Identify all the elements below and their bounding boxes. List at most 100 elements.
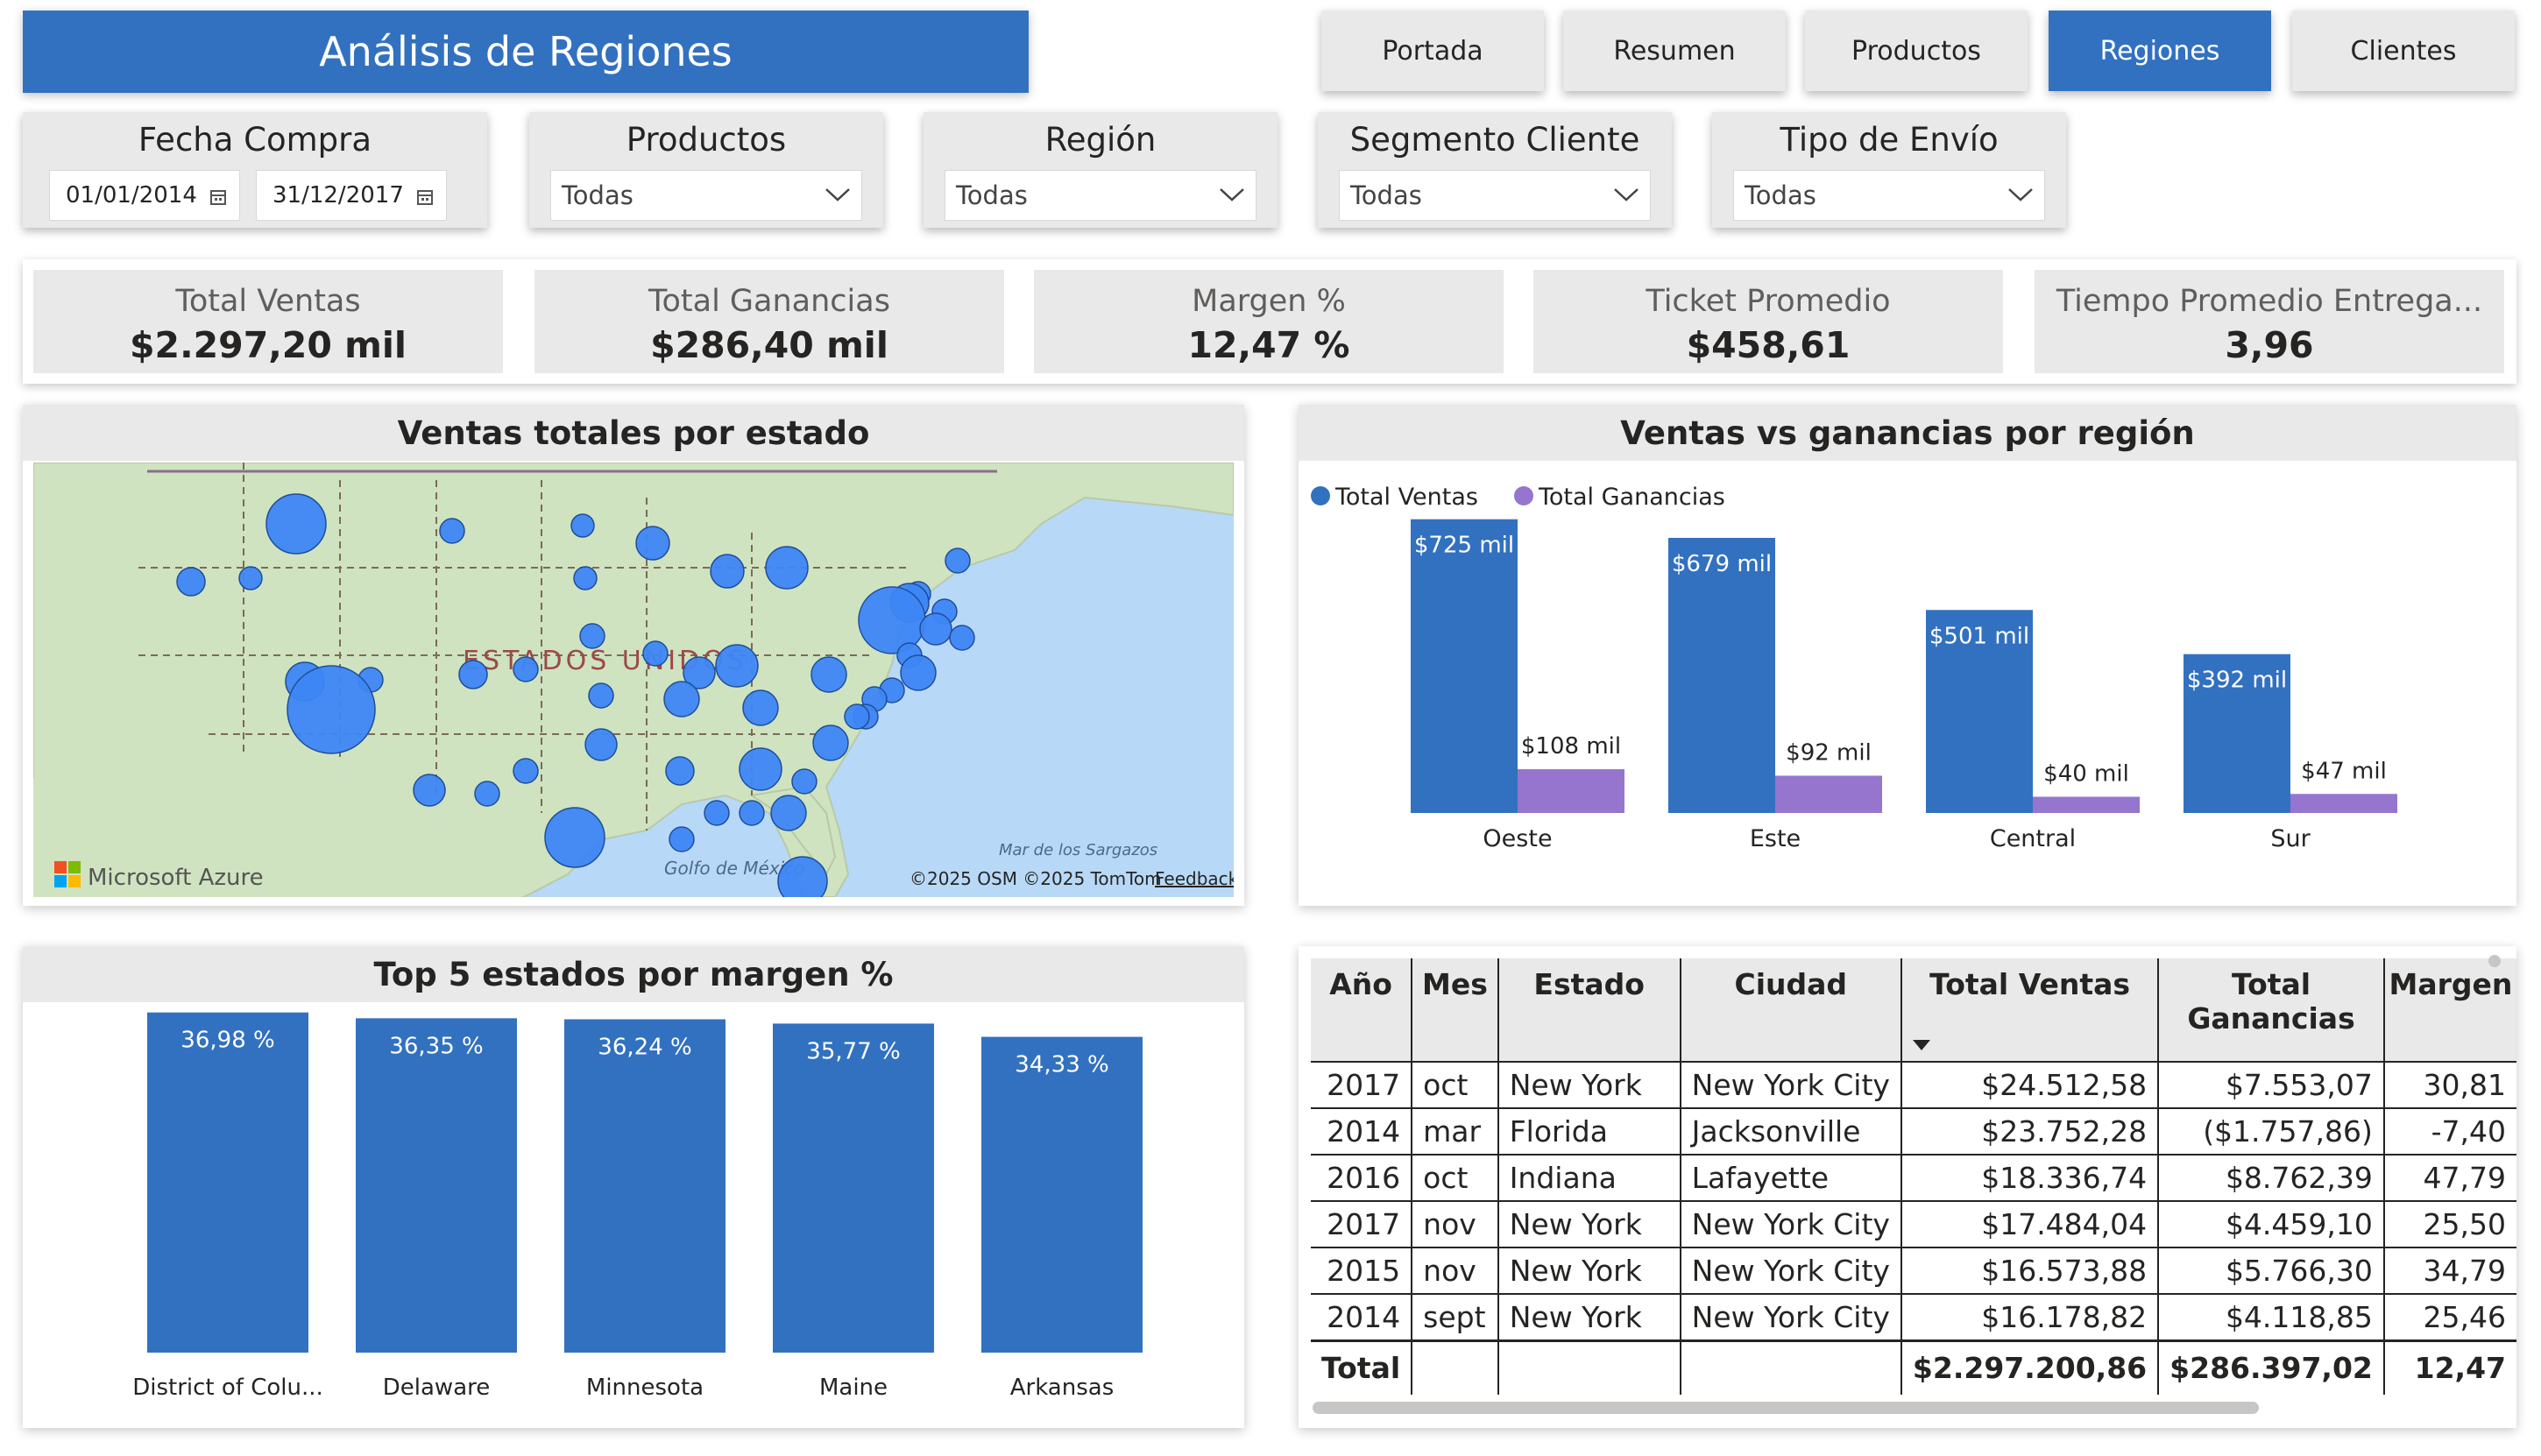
state-bubble[interactable] [900, 654, 937, 691]
state-bubble[interactable] [704, 800, 730, 826]
state-bubble[interactable] [945, 548, 971, 574]
envio-dropdown[interactable]: Todas [1733, 170, 2045, 221]
slicer-title: Productos [626, 121, 787, 159]
state-bubble[interactable] [739, 747, 782, 791]
state-bubble[interactable] [265, 493, 327, 555]
date-to-input[interactable]: 31/12/2017 [256, 170, 447, 221]
kpi-label: Total Ventas [175, 284, 361, 319]
state-bubble[interactable] [919, 612, 952, 646]
state-bubble[interactable] [669, 826, 695, 852]
calendar-icon[interactable] [209, 188, 227, 206]
col-header-total-ganancias[interactable]: Total Ganancias [2157, 958, 2384, 1062]
col-header-mes[interactable]: Mes [1411, 958, 1498, 1062]
table-row[interactable]: 2015 nov New York New York City $16.573,… [1311, 1247, 2516, 1294]
sort-desc-icon[interactable] [1911, 1038, 1932, 1052]
state-bubble[interactable] [474, 781, 500, 807]
vertical-scrollbar[interactable] [2488, 955, 2501, 967]
state-bubble[interactable] [588, 682, 614, 709]
calendar-icon[interactable] [416, 188, 434, 206]
table-total-row: Total $2.297.200,86 $286.397,02 12,47 [1311, 1339, 2516, 1395]
table-row[interactable]: 2017 nov New York New York City $17.484,… [1311, 1200, 2516, 1247]
col-header-ciudad[interactable]: Ciudad [1679, 958, 1901, 1062]
state-bubble[interactable] [710, 554, 745, 589]
segmento-dropdown[interactable]: Todas [1339, 170, 1651, 221]
map-feedback-link[interactable]: Feedback [1155, 868, 1234, 889]
state-bubble[interactable] [439, 518, 465, 544]
state-bubble[interactable] [770, 795, 807, 831]
table-row[interactable]: 2014 sept New York New York City $16.178… [1311, 1293, 2516, 1340]
table-row[interactable]: 2016 oct Indiana Lafayette $18.336,74 $8… [1311, 1154, 2516, 1201]
state-bubble[interactable] [642, 640, 669, 667]
bar-oeste-ganancias[interactable] [1518, 769, 1624, 813]
category-label: Maine [819, 1375, 888, 1401]
bar-oeste-ventas[interactable] [1411, 519, 1518, 813]
date-from-input[interactable]: 01/01/2014 [49, 170, 240, 221]
state-bubble[interactable] [287, 665, 376, 754]
state-bubble[interactable] [810, 656, 847, 693]
category-label: Central [1990, 825, 2076, 852]
map-brand: Microsoft Azure [88, 865, 264, 891]
state-bubble[interactable] [413, 774, 446, 807]
detail-table: Año Mes Estado Ciudad Total Ventas Total… [1311, 958, 2516, 1395]
state-bubble[interactable] [635, 526, 670, 561]
page-title: Análisis de Regiones [23, 11, 1029, 93]
state-bubble[interactable] [844, 703, 870, 730]
state-bubble[interactable] [458, 660, 488, 689]
col-header-total-ventas[interactable]: Total Ventas [1900, 958, 2159, 1062]
bar-top5[interactable] [356, 1018, 517, 1353]
state-bubble[interactable] [584, 728, 618, 761]
cell-estado: Indiana [1497, 1154, 1681, 1201]
bar-top5[interactable] [147, 1012, 308, 1353]
bar-sur-ganancias[interactable] [2290, 794, 2397, 813]
nav-regiones-button[interactable]: Regiones [2049, 11, 2271, 91]
state-bubble[interactable] [570, 513, 595, 538]
state-bubble[interactable] [176, 567, 206, 597]
legend-marker-1 [1514, 486, 1533, 505]
bar-central-ganancias[interactable] [2033, 796, 2140, 814]
kpi-value: 3,96 [2225, 324, 2314, 366]
productos-dropdown[interactable]: Todas [550, 170, 862, 221]
col-header-margen[interactable]: Margen [2382, 958, 2516, 1062]
cell-total-ganancias: $4.459,10 [2157, 1200, 2384, 1247]
us-map[interactable]: ESTADOS UNIDOS Golfo de México Mar de lo… [33, 463, 1234, 897]
state-bubble[interactable] [573, 566, 598, 590]
state-bubble[interactable] [949, 625, 975, 651]
state-bubble[interactable] [742, 689, 779, 726]
state-bubble[interactable] [715, 644, 759, 688]
nav-portada-button[interactable]: Portada [1321, 11, 1544, 91]
nav-productos-button[interactable]: Productos [1805, 11, 2028, 91]
slicer-title: Región [1044, 121, 1157, 159]
state-bubble[interactable] [663, 681, 700, 717]
cell-estado: New York [1497, 1293, 1681, 1340]
bar-top5[interactable] [981, 1036, 1143, 1353]
bar-top5[interactable] [564, 1019, 725, 1353]
cell-mes: oct [1411, 1154, 1498, 1201]
bar-top5[interactable] [773, 1023, 934, 1353]
state-bubble[interactable] [765, 546, 809, 590]
table-row[interactable]: 2017 oct New York New York City $24.512,… [1311, 1061, 2516, 1108]
state-bubble[interactable] [791, 768, 818, 795]
state-bubble[interactable] [812, 724, 849, 761]
state-bubble[interactable] [858, 586, 926, 654]
state-bubble[interactable] [665, 756, 695, 786]
bar-este-ventas[interactable] [1668, 537, 1775, 813]
state-bubble[interactable] [513, 656, 539, 682]
state-bubble[interactable] [544, 807, 605, 868]
category-label: Arkansas [1010, 1375, 1115, 1401]
col-header-ano[interactable]: Año [1311, 958, 1412, 1062]
state-bubble[interactable] [238, 566, 263, 590]
nav-clientes-button[interactable]: Clientes [2292, 11, 2515, 91]
table-row[interactable]: 2014 mar Florida Jacksonville $23.752,28… [1311, 1107, 2516, 1155]
cell-total-ganancias: $8.762,39 [2157, 1154, 2384, 1201]
bar-este-ganancias[interactable] [1775, 775, 1882, 813]
state-bubble[interactable] [739, 800, 765, 826]
state-bubble[interactable] [513, 758, 539, 784]
state-bubble[interactable] [579, 623, 605, 649]
region-dropdown[interactable]: Todas [945, 170, 1256, 221]
horizontal-scrollbar[interactable] [1313, 1402, 2259, 1414]
nav-resumen-button[interactable]: Resumen [1563, 11, 1786, 91]
col-header-estado[interactable]: Estado [1497, 958, 1681, 1062]
cell-mes: sept [1411, 1293, 1498, 1340]
cell-total-ganancias: $286.397,02 [2157, 1339, 2384, 1395]
category-label: Este [1750, 825, 1801, 852]
